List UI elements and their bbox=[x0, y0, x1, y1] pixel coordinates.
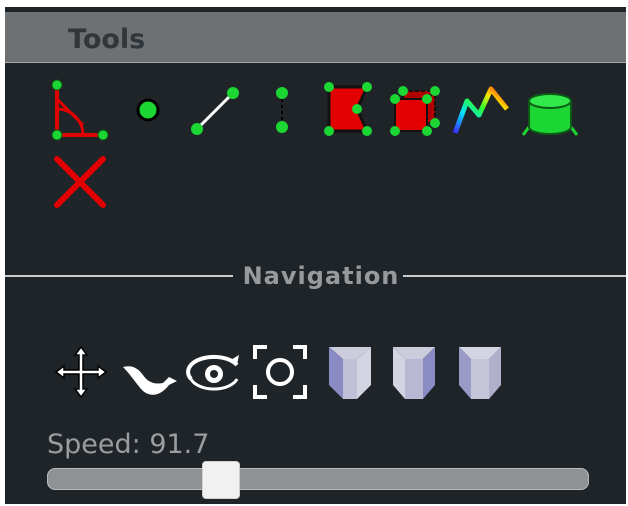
focus-controls[interactable] bbox=[249, 341, 311, 403]
vertical-distance-icon bbox=[276, 87, 288, 133]
point-tool[interactable] bbox=[117, 79, 179, 141]
tools-panel: Tools Navigation Speed: 91.7 bbox=[5, 7, 626, 504]
angle-icon bbox=[51, 79, 109, 141]
cylinder-icon bbox=[521, 93, 579, 136]
speed-slider-track[interactable] bbox=[47, 468, 589, 490]
remove-all-tool[interactable] bbox=[49, 151, 111, 213]
cube-top-icon bbox=[459, 347, 501, 399]
line-icon bbox=[191, 87, 239, 135]
bird-icon bbox=[123, 366, 177, 395]
speed-slider-thumb[interactable] bbox=[202, 461, 240, 499]
height-profile-icon bbox=[452, 86, 509, 134]
volume-tool[interactable] bbox=[387, 79, 449, 141]
top-view[interactable] bbox=[449, 341, 511, 403]
close-icon bbox=[54, 156, 106, 208]
vertical-distance-tool[interactable] bbox=[251, 79, 313, 141]
left-view[interactable] bbox=[319, 341, 381, 403]
area-tool[interactable] bbox=[317, 79, 379, 141]
panel-title: Tools bbox=[68, 24, 146, 55]
panel-titlebar[interactable]: Tools bbox=[5, 12, 626, 63]
navigation-label: Navigation bbox=[242, 262, 400, 290]
orbit-controls[interactable] bbox=[183, 341, 245, 403]
volume-icon bbox=[390, 86, 440, 136]
cylinder-tool[interactable] bbox=[519, 79, 581, 141]
earth-controls[interactable] bbox=[50, 341, 112, 403]
move-arrows-icon bbox=[54, 345, 108, 399]
point-icon bbox=[136, 98, 160, 122]
line-tool[interactable] bbox=[185, 79, 247, 141]
divider-left bbox=[5, 275, 233, 277]
cube-front-icon bbox=[393, 347, 435, 399]
area-icon bbox=[324, 82, 372, 136]
fly-controls[interactable] bbox=[119, 341, 181, 403]
cube-left-icon bbox=[329, 347, 371, 399]
focus-icon bbox=[253, 345, 307, 399]
height-profile-tool[interactable] bbox=[451, 79, 513, 141]
angle-measure-tool[interactable] bbox=[49, 79, 111, 141]
speed-label: Speed: 91.7 bbox=[47, 429, 210, 460]
divider-right bbox=[403, 275, 626, 277]
front-view[interactable] bbox=[383, 341, 445, 403]
orbit-eye-icon bbox=[186, 354, 239, 391]
